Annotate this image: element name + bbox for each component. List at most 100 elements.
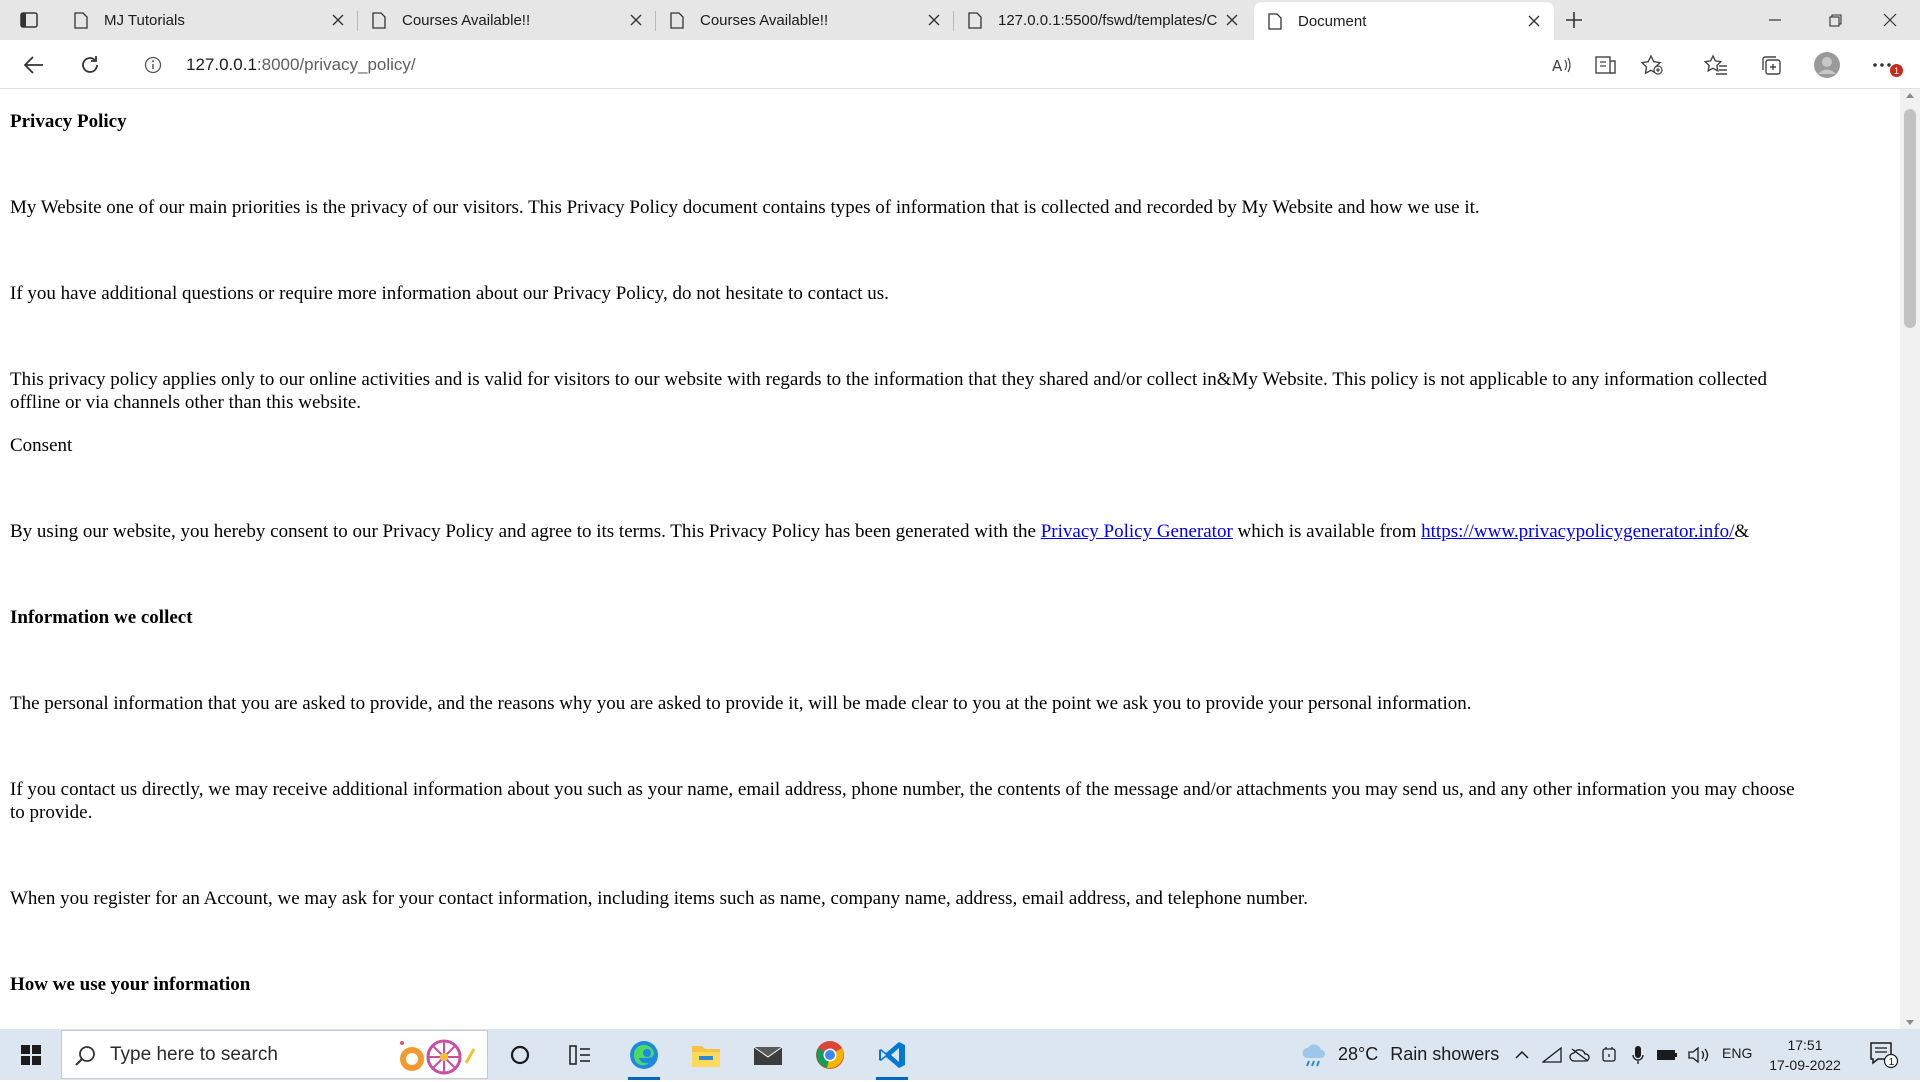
input-language[interactable]: ENG (1722, 1045, 1752, 1061)
task-view-button[interactable] (494, 1029, 546, 1080)
taskbar-clock[interactable]: 17:51 17-09-2022 (1760, 1035, 1850, 1075)
tray-battery[interactable] (1654, 1029, 1680, 1080)
tab-localhost-templates[interactable]: 127.0.0.1:5500/fswd/templates/C (954, 4, 1252, 36)
close-icon[interactable] (326, 8, 350, 32)
close-icon[interactable] (1522, 9, 1546, 33)
tab-document[interactable]: Document (1254, 2, 1554, 40)
favorites-button[interactable] (1700, 50, 1732, 80)
restore-icon (1828, 13, 1842, 27)
restore-button[interactable] (1805, 0, 1865, 40)
chevron-up-icon (1515, 1050, 1529, 1059)
tray-microphone[interactable] (1628, 1029, 1648, 1080)
tab-title: Courses Available!! (402, 11, 531, 29)
weather-widget[interactable]: 28°C Rain showers (1300, 1029, 1499, 1080)
start-button[interactable] (8, 1029, 54, 1080)
paragraph-questions: If you have additional questions or requ… (10, 283, 889, 304)
scrollbar-thumb[interactable] (1904, 109, 1916, 328)
rain-cloud-icon (1302, 1043, 1325, 1066)
tab-title: Document (1298, 12, 1367, 30)
immersive-reader-button[interactable] (1590, 50, 1622, 80)
browser-toolbar: 127.0.0.1:8000/privacy_policy/ A (0, 40, 1920, 89)
consent-text-end: & (1734, 521, 1750, 542)
vertical-scrollbar[interactable] (1900, 89, 1920, 1029)
page-title: Privacy Policy (10, 111, 127, 132)
back-button[interactable] (18, 50, 50, 80)
close-window-button[interactable] (1860, 0, 1920, 40)
consent-text: By using our website, you hereby consent… (10, 521, 1041, 542)
read-aloud-button[interactable]: A (1546, 50, 1578, 80)
clock-date: 17-09-2022 (1769, 1057, 1841, 1073)
privacy-policy-generator-link[interactable]: Privacy Policy Generator (1041, 521, 1233, 542)
device-icon (1602, 1046, 1616, 1062)
svg-text:A: A (1552, 57, 1563, 74)
show-hidden-icons-button[interactable] (1510, 1029, 1534, 1080)
tab-courses-2[interactable]: Courses Available!! (656, 4, 954, 36)
refresh-button[interactable] (74, 50, 106, 80)
tab-actions-icon[interactable] (18, 9, 40, 31)
windows-taskbar: Type here to search 28°C Rain showers EN… (0, 1029, 1920, 1080)
page-icon (670, 11, 686, 29)
collections-button[interactable] (1755, 50, 1787, 80)
cortana-icon (510, 1045, 530, 1064)
taskbar-search-box[interactable]: Type here to search (61, 1030, 488, 1079)
close-icon[interactable] (1220, 8, 1244, 32)
close-icon[interactable] (922, 8, 946, 32)
add-favorite-button[interactable] (1636, 50, 1668, 80)
action-center-button[interactable]: 1 (1864, 1029, 1904, 1080)
url-path: :8000/privacy_policy/ (256, 55, 416, 74)
battery-icon (1657, 1049, 1677, 1060)
page-icon (968, 11, 984, 29)
taskbar-chrome[interactable] (804, 1029, 856, 1080)
close-icon[interactable] (624, 8, 648, 32)
url-text[interactable]: 127.0.0.1:8000/privacy_policy/ (186, 55, 416, 75)
vscode-icon (879, 1041, 905, 1068)
tray-volume[interactable] (1686, 1029, 1712, 1080)
immersive-reader-icon (1595, 56, 1616, 74)
avatar (1814, 52, 1840, 78)
speaker-icon (1688, 1046, 1709, 1063)
paragraph-consent: By using our website, you hereby consent… (10, 520, 1890, 543)
onedrive-icon (1569, 1047, 1590, 1062)
tab-strip: MJ Tutorials Courses Available!! Courses… (0, 0, 1920, 40)
notification-icon: 1 (1870, 1041, 1899, 1068)
folder-icon (692, 1045, 720, 1067)
notification-count: 1 (1889, 1057, 1895, 1068)
page-viewport: Privacy Policy My Website one of our mai… (0, 89, 1900, 1029)
section-heading-information: Information we collect (10, 607, 193, 628)
address-bar[interactable]: 127.0.0.1:8000/privacy_policy/ (126, 46, 1601, 82)
tray-onedrive[interactable] (1568, 1029, 1592, 1080)
taskbar-edge[interactable] (618, 1029, 670, 1080)
taskbar-mail[interactable] (742, 1029, 794, 1080)
task-view-icon (569, 1044, 590, 1065)
star-add-icon (1640, 54, 1663, 75)
mail-icon (753, 1046, 783, 1065)
taskbar-file-explorer[interactable] (680, 1029, 732, 1080)
scroll-down-arrow-icon[interactable] (1906, 1020, 1914, 1025)
taskbar-vscode[interactable] (866, 1029, 918, 1080)
tab-mj-tutorials[interactable]: MJ Tutorials (60, 4, 358, 36)
widgets-button[interactable] (554, 1029, 606, 1080)
scroll-up-arrow-icon[interactable] (1906, 93, 1914, 98)
search-icon (74, 1045, 96, 1072)
profile-button[interactable] (1811, 50, 1843, 80)
tray-device[interactable] (1598, 1029, 1620, 1080)
page-icon (74, 11, 90, 29)
network-icon (1542, 1046, 1562, 1063)
read-aloud-icon: A (1552, 57, 1571, 74)
paragraph-scope-line2: offline or via channels other than this … (10, 392, 362, 413)
page-icon (1268, 12, 1284, 30)
privacypolicygenerator-url-link[interactable]: https://www.privacypolicygenerator.info/ (1421, 521, 1734, 542)
minimize-button[interactable] (1745, 0, 1805, 40)
paragraph-scope-line1: This privacy policy applies only to our … (10, 369, 1767, 390)
new-tab-button[interactable] (1560, 7, 1588, 33)
tray-network[interactable] (1540, 1029, 1564, 1080)
microphone-icon (1632, 1045, 1644, 1064)
tab-title: Courses Available!! (700, 11, 829, 29)
tab-title: MJ Tutorials (104, 11, 185, 29)
chrome-icon (816, 1040, 844, 1069)
tab-courses-1[interactable]: Courses Available!! (358, 4, 656, 36)
plus-icon (1566, 12, 1582, 28)
favorites-icon (1704, 54, 1727, 75)
edge-icon (630, 1040, 658, 1069)
site-info-icon[interactable] (144, 56, 162, 78)
